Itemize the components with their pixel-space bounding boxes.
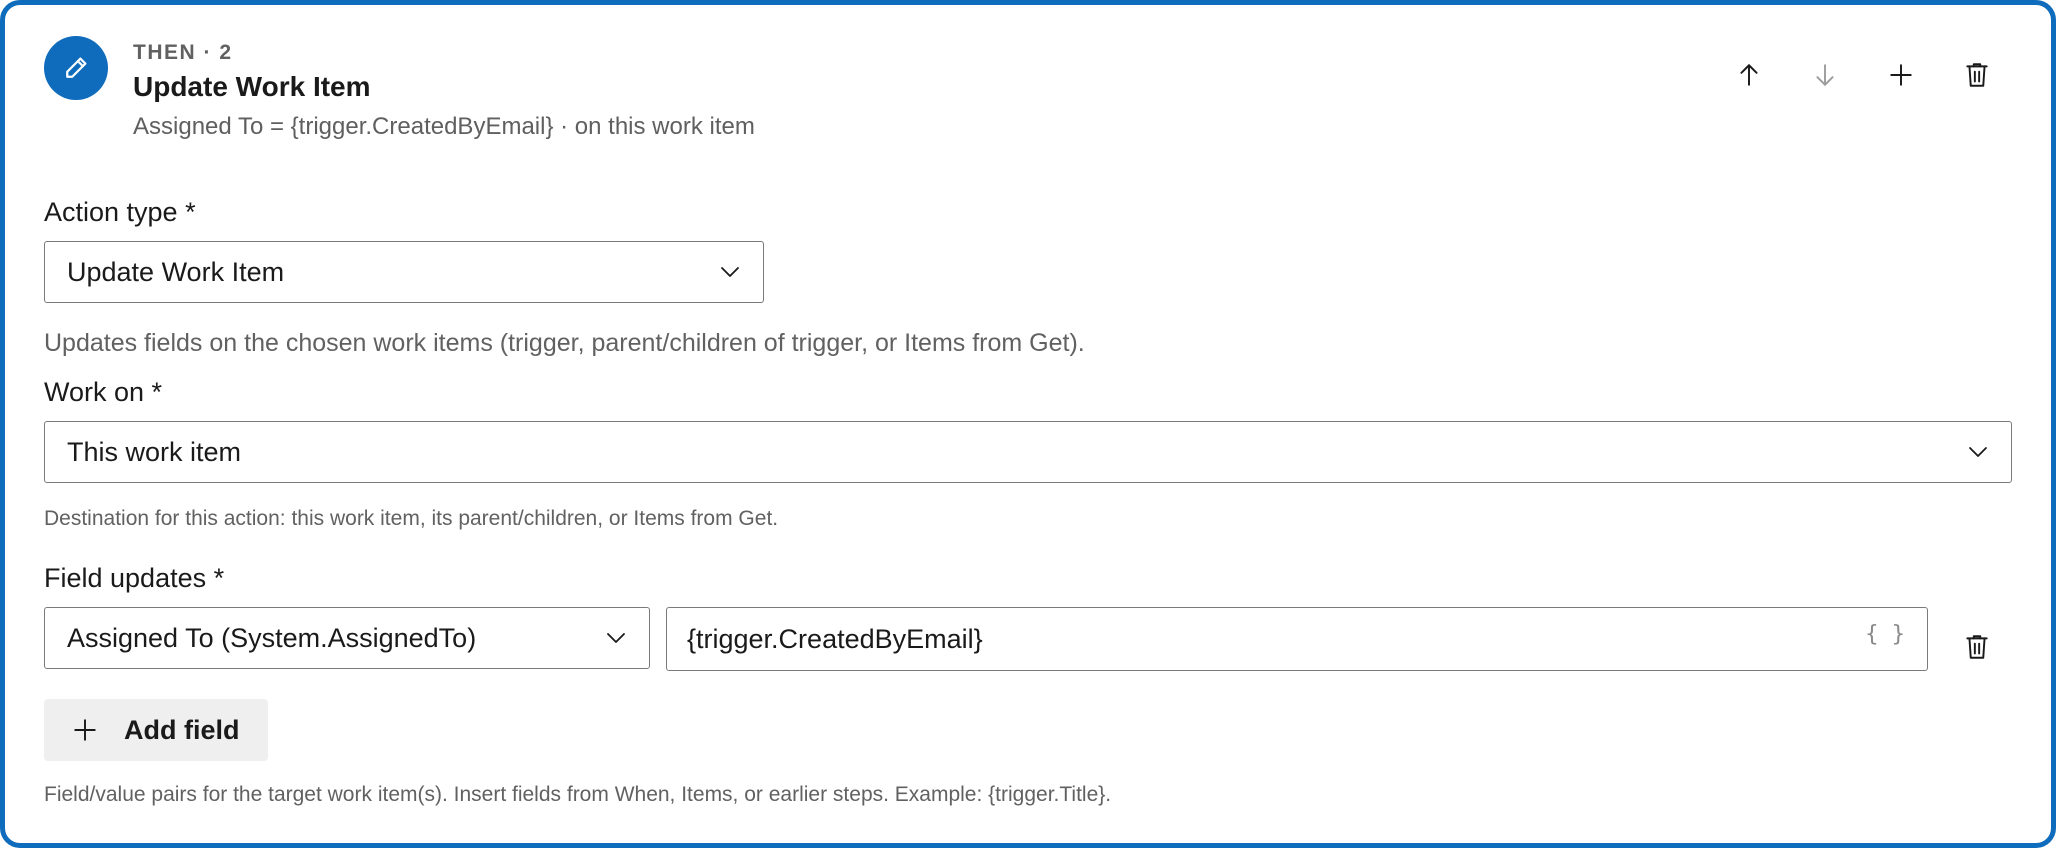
step-eyebrow: THEN · 2 — [133, 41, 233, 64]
action-type-select[interactable]: Update Work Item — [44, 241, 764, 303]
field-select[interactable]: Assigned To (System.AssignedTo) — [44, 607, 650, 669]
move-down-icon[interactable] — [1803, 53, 1847, 97]
action-type-label: Action type * — [44, 197, 196, 227]
move-up-icon[interactable] — [1727, 53, 1771, 97]
action-type-help: Updates fields on the chosen work items … — [44, 329, 1085, 357]
action-type-value: Update Work Item — [67, 256, 285, 287]
insert-token-icon[interactable]: { } — [1865, 622, 1905, 647]
delete-step-icon[interactable] — [1955, 53, 1999, 97]
work-on-label: Work on * — [44, 377, 163, 407]
step-title: Update Work Item — [133, 71, 371, 102]
chevron-down-icon — [721, 267, 739, 277]
work-on-help: Destination for this action: this work i… — [44, 507, 779, 530]
add-step-icon[interactable] — [1879, 53, 1923, 97]
field-value-input[interactable]: {trigger.CreatedByEmail} { } — [666, 607, 1928, 671]
delete-field-row-icon[interactable] — [1955, 625, 1999, 669]
plus-icon — [74, 719, 96, 741]
chevron-down-icon — [607, 633, 625, 643]
add-field-label: Add field — [124, 714, 240, 745]
field-updates-help: Field/value pairs for the target work it… — [44, 783, 1112, 806]
field-select-value: Assigned To (System.AssignedTo) — [67, 622, 477, 653]
field-value-text: {trigger.CreatedByEmail} — [687, 623, 983, 654]
chevron-down-icon — [1969, 447, 1987, 457]
add-field-button[interactable]: Add field — [44, 699, 268, 761]
step-summary: Assigned To = {trigger.CreatedByEmail} ·… — [133, 113, 755, 140]
work-on-value: This work item — [67, 436, 242, 467]
field-updates-label: Field updates * — [44, 563, 225, 593]
pencil-icon — [44, 36, 108, 100]
then-step-card: THEN · 2 Update Work Item Assigned To = … — [0, 0, 2056, 848]
work-on-select[interactable]: This work item — [44, 421, 2012, 483]
